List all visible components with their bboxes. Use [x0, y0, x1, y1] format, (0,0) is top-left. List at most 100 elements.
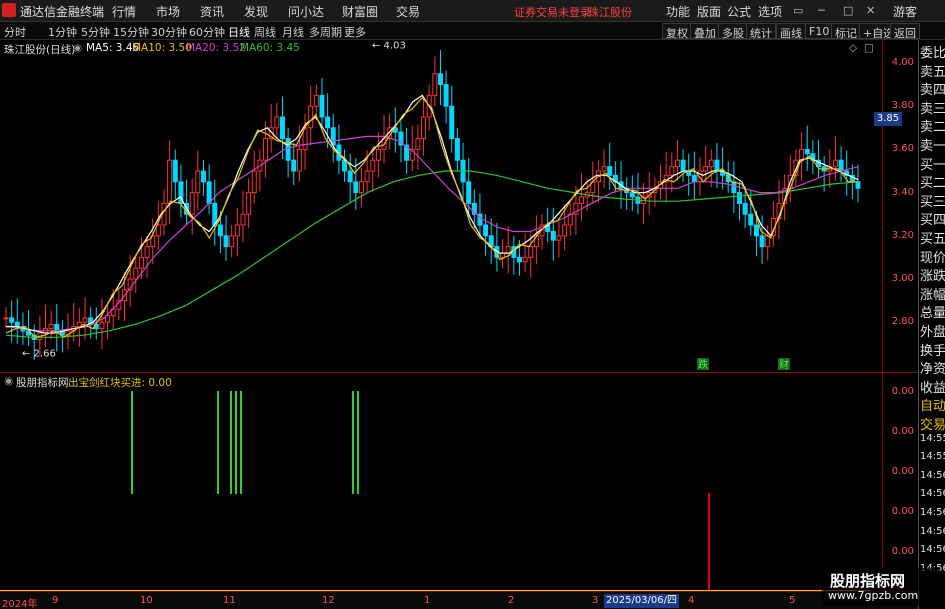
candle-body — [82, 317, 88, 323]
side-item-10: 买五 — [920, 232, 945, 247]
menu-layout[interactable]: 版面 — [697, 3, 721, 20]
period-toolbar: 分时 1分钟 5分钟 15分钟 30分钟 60分钟 日线 周线 月线 多周期 更… — [0, 22, 945, 40]
side-item-8: 买三 — [920, 194, 945, 210]
menu-functions[interactable]: 功能 — [666, 3, 690, 20]
indicator-chart[interactable] — [0, 373, 882, 591]
menu-market[interactable]: 市场 — [156, 3, 180, 20]
window-icon[interactable]: □ — [864, 42, 874, 54]
menu-ask-xiaoda[interactable]: 问小达 — [288, 3, 324, 20]
candle-body — [296, 148, 302, 172]
menu-formula[interactable]: 公式 — [727, 3, 751, 20]
multi-stock-button[interactable]: 多股 — [718, 23, 748, 40]
trading-terminal-window: 通达信金融终端 行情 市场 资讯 发现 问小达 财富圈 交易 证券交易未登录 珠… — [0, 0, 945, 609]
tab-5min[interactable]: 5分钟 — [81, 24, 110, 40]
back-button[interactable]: 返回 — [890, 23, 920, 40]
indicator-tick-3: 0.00 — [891, 506, 914, 517]
candle-body — [48, 323, 54, 330]
tab-intraday[interactable]: 分时 — [4, 24, 26, 40]
date-label-7: 3 — [592, 595, 599, 606]
candlestick-chart[interactable]: ← 4.03← 2.66跌财 — [0, 40, 882, 372]
candle-body — [550, 230, 556, 241]
settings-icon[interactable]: ◉ — [73, 42, 82, 54]
tab-monthly[interactable]: 月线 — [282, 24, 304, 40]
menu-trade[interactable]: 交易 — [396, 3, 420, 20]
candle-body — [263, 138, 269, 161]
candle-body — [449, 105, 455, 140]
ma60-label: MA60: 3.45 — [240, 42, 300, 54]
candle-body — [370, 159, 376, 172]
menu-options[interactable]: 选项 — [758, 3, 782, 20]
candle-body — [9, 317, 15, 323]
draw-line-button[interactable]: 画线 — [776, 23, 806, 40]
indicator-axis: 0.00 0.00 0.00 0.00 0.00 — [882, 373, 918, 591]
crosshair-date-box: 2025/03/06/四 — [604, 594, 680, 608]
side-item-6: 买一 — [920, 157, 945, 173]
watermark-title: 股朋指标网 — [830, 572, 906, 590]
candle-body — [483, 224, 489, 237]
candle-body — [703, 166, 709, 172]
candle-body — [342, 159, 348, 172]
mark-button[interactable]: 标记 — [831, 23, 861, 40]
price-tick-2: 3.60 — [891, 143, 914, 155]
tab-1min[interactable]: 1分钟 — [48, 24, 77, 40]
menu-wealth-circle[interactable]: 财富圈 — [342, 3, 378, 20]
login-notice[interactable]: 证券交易未登录 — [514, 4, 591, 20]
current-price-badge: 3.85 — [874, 112, 902, 126]
menu-market-quotes[interactable]: 行情 — [112, 3, 136, 20]
side-item-17: 净资 — [920, 362, 945, 378]
candle-body — [325, 116, 331, 129]
title-bar: 通达信金融终端 行情 市场 资讯 发现 问小达 财富圈 交易 证券交易未登录 珠… — [0, 0, 945, 22]
stock-name-title: 珠江股份 — [588, 6, 632, 19]
date-label-8: 4 — [688, 595, 695, 606]
candle-body — [437, 73, 443, 86]
indicator-settings-icon[interactable]: ◉ — [4, 375, 13, 387]
tab-15min[interactable]: 15分钟 — [113, 24, 149, 40]
side-item-23: 14:56 — [920, 469, 945, 481]
candle-body — [737, 192, 743, 204]
candle-body — [223, 235, 229, 248]
candle-body — [274, 116, 280, 129]
candle-body — [229, 235, 235, 248]
maximize-icon[interactable]: □ — [843, 4, 853, 17]
ma60-line — [5, 170, 859, 338]
candle-body — [669, 166, 675, 176]
tab-weekly[interactable]: 周线 — [254, 24, 276, 40]
watermark-url: www.7gpzb.com — [828, 589, 919, 602]
close-icon[interactable]: ✕ — [866, 4, 875, 17]
tab-multi-period[interactable]: 多周期 — [309, 24, 342, 40]
indicator-name: 股朋指标网 — [16, 377, 69, 389]
candle-body — [855, 181, 861, 189]
menu-discover[interactable]: 发现 — [244, 3, 268, 20]
tab-60min[interactable]: 60分钟 — [189, 24, 225, 40]
guest-login[interactable]: 游客 — [893, 3, 917, 20]
f10-button[interactable]: F10 — [805, 23, 834, 39]
candle-body — [217, 224, 223, 237]
ma5-line — [6, 94, 859, 334]
overlay-button[interactable]: 叠加 — [690, 23, 720, 40]
app-title: 通达信金融终端 — [20, 5, 105, 19]
diamond-icon[interactable]: ◇ — [849, 42, 857, 54]
indicator-tick-0: 0.00 — [891, 386, 914, 397]
skin-icon[interactable]: ▭ — [793, 4, 803, 17]
tab-more[interactable]: 更多 — [344, 24, 366, 40]
price-tick-6: 2.80 — [891, 316, 914, 328]
price-tick-4: 3.20 — [891, 229, 914, 241]
candle-body — [200, 170, 206, 183]
tab-30min[interactable]: 30分钟 — [151, 24, 187, 40]
date-label-0: 2024年 — [2, 599, 38, 609]
side-item-19: 自动 — [920, 399, 945, 415]
side-item-25: 14:56 — [920, 507, 945, 518]
minimize-icon[interactable]: ─ — [818, 4, 825, 17]
statistics-button[interactable]: 统计 — [746, 23, 776, 40]
candle-body — [251, 170, 257, 194]
candle-body — [562, 224, 568, 237]
date-label-9: 5 — [789, 595, 796, 606]
tab-daily[interactable]: 日线 — [228, 24, 250, 40]
candle-body — [432, 73, 438, 96]
menu-news[interactable]: 资讯 — [200, 3, 224, 20]
candle-body — [516, 256, 522, 263]
candle-body — [799, 148, 805, 161]
signal-label: 出宝剑红块买进: 0.00 — [68, 377, 172, 389]
restore-rights-button[interactable]: 复权 — [662, 23, 692, 40]
event-marker-0: 跌 — [698, 358, 708, 371]
